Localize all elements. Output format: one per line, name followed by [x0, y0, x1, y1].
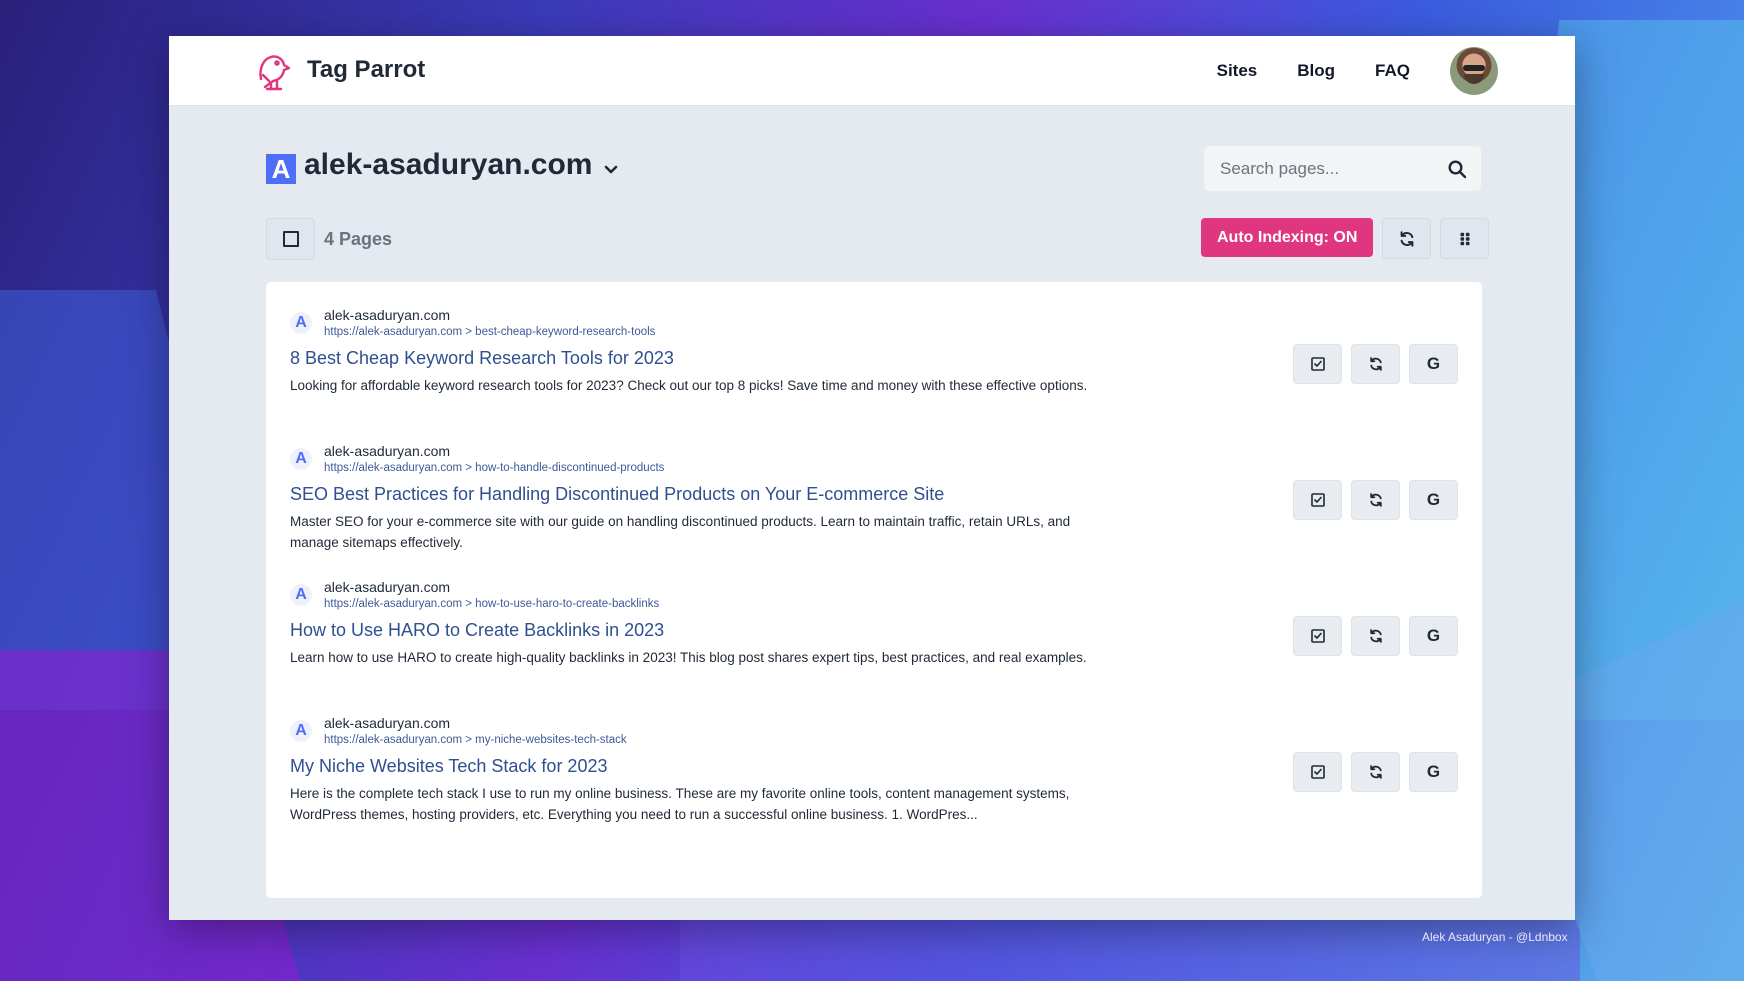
nav-faq[interactable]: FAQ: [1375, 61, 1410, 81]
logo[interactable]: Tag Parrot: [253, 49, 425, 91]
parrot-logo-icon: [259, 55, 291, 91]
item-title-link[interactable]: My Niche Websites Tech Stack for 2023: [290, 754, 607, 778]
item-url: https://alek-asaduryan.com > how-to-use-…: [324, 598, 660, 610]
google-icon: G: [1426, 762, 1441, 781]
checkbox-checked-icon: [1310, 765, 1325, 779]
item-url: https://alek-asaduryan.com > best-cheap-…: [324, 326, 656, 338]
refresh-all-button[interactable]: [1382, 218, 1432, 259]
list-item: A alek-asaduryan.com https://alek-asadur…: [290, 578, 1458, 708]
search-input[interactable]: [1204, 145, 1447, 192]
refresh-page-button[interactable]: [1351, 616, 1400, 656]
google-icon: G: [1426, 354, 1441, 373]
pages-count: 4 Pages: [324, 228, 393, 249]
refresh-icon: [1400, 230, 1414, 247]
item-url: https://alek-asaduryan.com > how-to-hand…: [324, 462, 665, 474]
item-actions: G: [1284, 752, 1458, 792]
refresh-icon: [1369, 629, 1382, 643]
list-item: A alek-asaduryan.com https://alek-asadur…: [290, 714, 1458, 844]
top-navbar: Tag Parrot Sites Blog FAQ: [169, 36, 1575, 106]
item-actions: G: [1284, 616, 1458, 656]
list-item: A alek-asaduryan.com https://alek-asadur…: [290, 306, 1458, 436]
refresh-page-button[interactable]: [1351, 752, 1400, 792]
mark-indexed-button[interactable]: [1293, 752, 1342, 792]
select-all-checkbox[interactable]: [266, 218, 315, 260]
google-index-button[interactable]: G: [1409, 752, 1458, 792]
app-window: Tag Parrot Sites Blog FAQ A alek-asadury…: [169, 36, 1575, 920]
credit-text: Alek Asaduryan - @Ldnbox: [1422, 930, 1568, 944]
item-actions: G: [1284, 480, 1458, 520]
nav-blog[interactable]: Blog: [1297, 61, 1335, 81]
item-actions: G: [1284, 344, 1458, 384]
mark-indexed-button[interactable]: [1293, 344, 1342, 384]
checkbox-checked-icon: [1310, 493, 1325, 507]
mark-indexed-button[interactable]: [1293, 480, 1342, 520]
refresh-page-button[interactable]: [1351, 344, 1400, 384]
nav-links: Sites Blog FAQ: [1217, 36, 1498, 105]
item-description: Here is the complete tech stack I use to…: [290, 786, 1070, 822]
checkbox-checked-icon: [1310, 629, 1325, 643]
item-domain: alek-asaduryan.com: [324, 715, 451, 731]
avatar-beard: [1464, 73, 1484, 84]
item-title-link[interactable]: SEO Best Practices for Handling Disconti…: [290, 482, 944, 506]
google-icon: G: [1426, 490, 1441, 509]
avatar[interactable]: [1450, 46, 1498, 95]
item-description: Learn how to use HARO to create high-qua…: [290, 650, 1087, 665]
grid-icon: [1460, 232, 1470, 245]
auto-indexing-button[interactable]: Auto Indexing: ON: [1201, 218, 1374, 257]
search-box: [1204, 145, 1481, 192]
grid-view-button[interactable]: [1440, 218, 1490, 259]
item-description: Looking for affordable keyword research …: [290, 378, 1088, 393]
search-icon[interactable]: [1447, 159, 1467, 179]
item-domain: alek-asaduryan.com: [324, 443, 451, 459]
item-title-link[interactable]: 8 Best Cheap Keyword Research Tools for …: [290, 346, 674, 370]
google-index-button[interactable]: G: [1409, 344, 1458, 384]
refresh-page-button[interactable]: [1351, 480, 1400, 520]
checkbox-icon: [282, 231, 299, 247]
refresh-icon: [1369, 493, 1382, 507]
item-description: Master SEO for your e-commerce site with…: [290, 514, 1071, 550]
pages-list: A alek-asaduryan.com https://alek-asadur…: [266, 282, 1482, 898]
google-icon: G: [1426, 626, 1441, 645]
item-domain: alek-asaduryan.com: [324, 579, 451, 595]
site-selector[interactable]: A alek-asaduryan.com: [266, 146, 620, 184]
site-name: alek-asaduryan.com: [304, 148, 593, 181]
google-index-button[interactable]: G: [1409, 480, 1458, 520]
item-domain: alek-asaduryan.com: [324, 307, 451, 323]
refresh-icon: [1369, 765, 1382, 779]
site-favicon-icon: A: [290, 584, 312, 606]
list-item: A alek-asaduryan.com https://alek-asadur…: [290, 442, 1458, 572]
checkbox-checked-icon: [1310, 357, 1325, 371]
brand-name: Tag Parrot: [307, 56, 426, 83]
list-toolbar: 4 Pages: [266, 218, 392, 260]
nav-sites[interactable]: Sites: [1217, 61, 1258, 81]
google-index-button[interactable]: G: [1409, 616, 1458, 656]
site-badge-icon: A: [266, 154, 296, 184]
mark-indexed-button[interactable]: [1293, 616, 1342, 656]
item-url: https://alek-asaduryan.com > my-niche-we…: [324, 734, 627, 746]
chevron-down-icon: [605, 165, 618, 174]
refresh-icon: [1369, 357, 1382, 371]
site-favicon-icon: A: [290, 312, 312, 334]
toolbar-actions: Auto Indexing: ON: [1201, 218, 1490, 259]
site-favicon-icon: A: [290, 448, 312, 470]
item-title-link[interactable]: How to Use HARO to Create Backlinks in 2…: [290, 618, 664, 642]
site-favicon-icon: A: [290, 720, 312, 742]
avatar-glasses: [1463, 64, 1485, 71]
